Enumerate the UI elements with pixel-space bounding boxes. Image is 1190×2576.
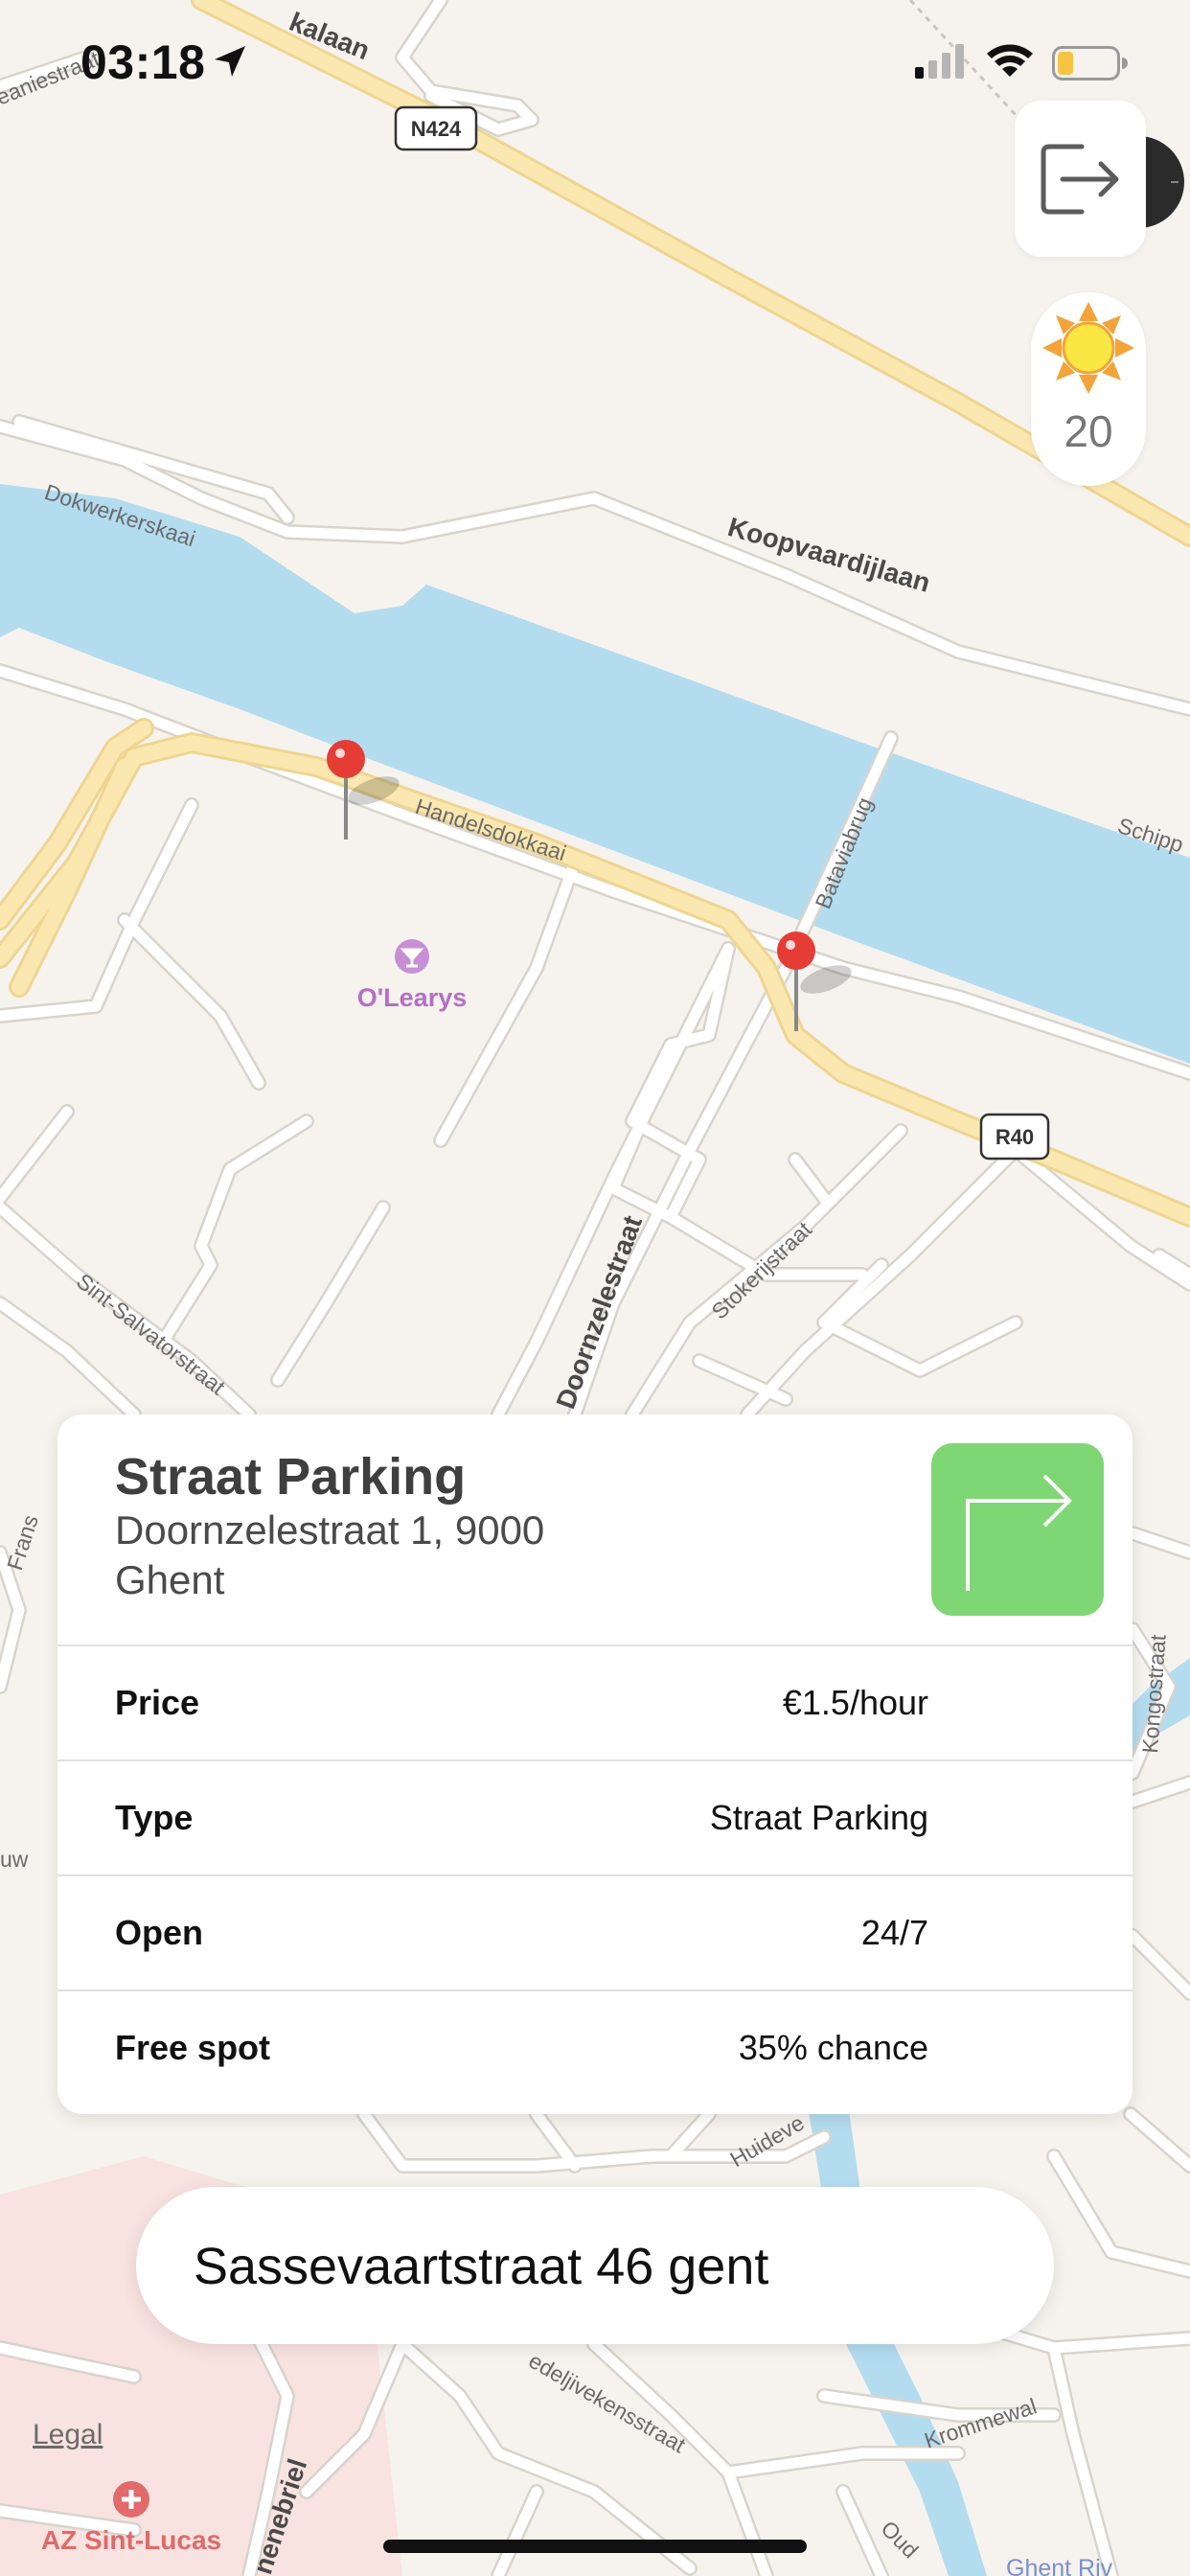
destination-search-field[interactable]: Sassevaartstraat 46 gent bbox=[136, 2187, 1054, 2344]
poi-label-hospital: AZ Sint-Lucas bbox=[41, 2525, 221, 2555]
road-label-uw: uw bbox=[0, 1847, 29, 1872]
exit-icon bbox=[1041, 144, 1118, 214]
location-arrow-icon bbox=[215, 46, 245, 77]
navigate-turn-icon bbox=[966, 1474, 1072, 1591]
open-row: Open 24/7 bbox=[57, 1874, 1133, 1991]
type-row: Type Straat Parking bbox=[57, 1760, 1133, 1876]
sun-icon bbox=[1042, 302, 1134, 394]
r40-label: R40 bbox=[995, 1125, 1034, 1149]
wifi-icon bbox=[987, 44, 1033, 77]
price-label: Price bbox=[115, 1683, 200, 1722]
type-value: Straat Parking bbox=[709, 1798, 928, 1837]
free-spot-label: Free spot bbox=[115, 2028, 271, 2067]
destination-search-text: Sassevaartstraat 46 gent bbox=[194, 2238, 769, 2295]
r40-shield: R40 bbox=[979, 1113, 1050, 1161]
parking-card-header: Straat Parking Doornzelestraat 1, 9000 G… bbox=[57, 1414, 1133, 1644]
navigate-button[interactable] bbox=[931, 1443, 1104, 1616]
free-spot-row: Free spot 35% chance bbox=[57, 1990, 1133, 2106]
parking-title: Straat Parking bbox=[115, 1448, 467, 1506]
type-label: Type bbox=[115, 1798, 194, 1837]
parking-address: Doornzelestraat 1, 9000 Ghent bbox=[115, 1507, 545, 1602]
weather-widget[interactable]: 20 bbox=[1031, 292, 1146, 486]
legal-link[interactable]: Legal bbox=[33, 2419, 103, 2451]
battery-icon bbox=[1052, 46, 1128, 80]
poi-label-olearys: O'Learys bbox=[357, 983, 468, 1012]
free-spot-value: 35% chance bbox=[738, 2028, 928, 2067]
status-time: 03:18 bbox=[80, 35, 206, 89]
parking-info-card: Straat Parking Doornzelestraat 1, 9000 G… bbox=[57, 1414, 1133, 2114]
cellular-signal-icon bbox=[915, 44, 964, 79]
exit-button[interactable] bbox=[1015, 101, 1146, 257]
price-value: €1.5/hour bbox=[782, 1683, 928, 1722]
home-indicator[interactable] bbox=[383, 2540, 807, 2553]
road-label-ghent-riv: Ghent Riv bbox=[1006, 2555, 1113, 2576]
open-value: 24/7 bbox=[860, 1913, 928, 1952]
weather-temperature: 20 bbox=[1064, 406, 1113, 456]
n424-label: N424 bbox=[411, 117, 462, 141]
n424-shield: N424 bbox=[394, 105, 478, 151]
open-label: Open bbox=[115, 1913, 204, 1952]
price-row: Price €1.5/hour bbox=[57, 1644, 1133, 1761]
